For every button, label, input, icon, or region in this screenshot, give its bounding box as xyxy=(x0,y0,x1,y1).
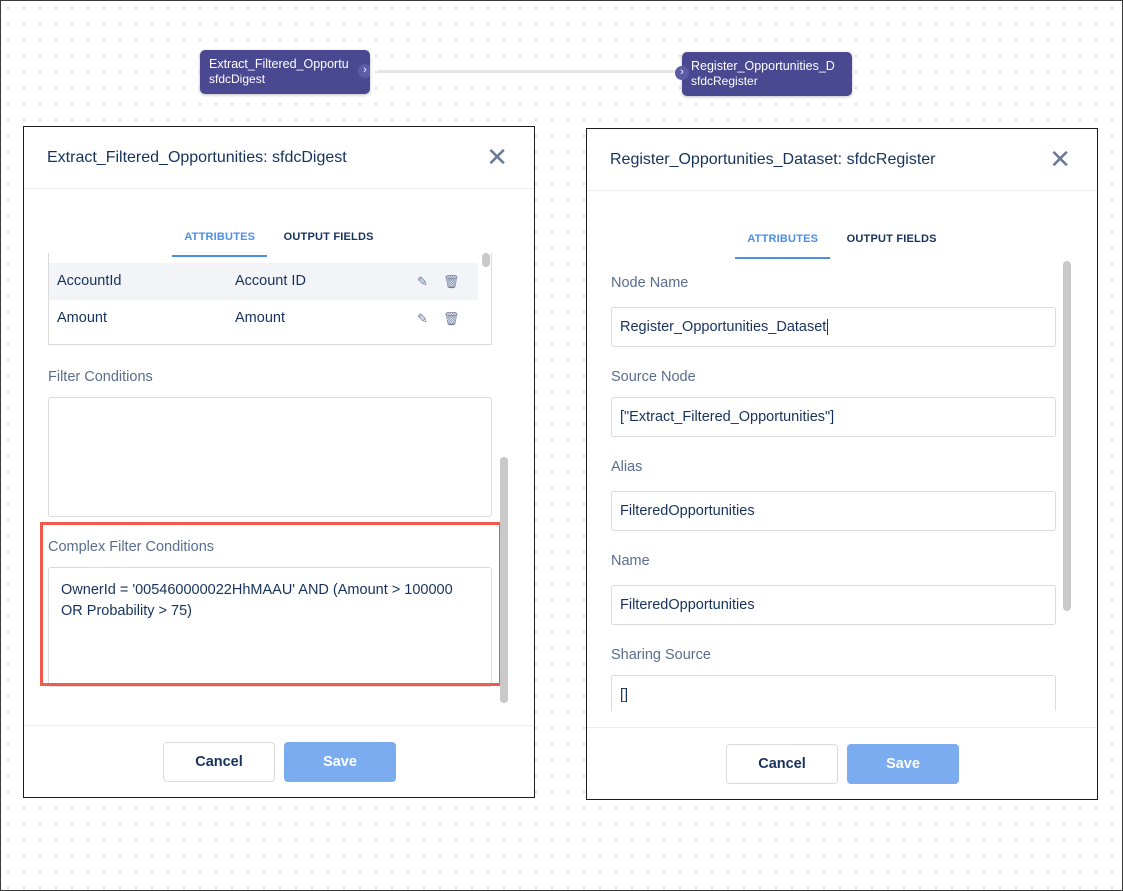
name-label: Name xyxy=(611,553,650,569)
dialog-footer: Cancel Save xyxy=(24,725,534,797)
trash-icon[interactable]: 🗑 xyxy=(443,263,460,300)
field-name: AccountId xyxy=(57,273,122,289)
node-name-value: Register_Opportunities_Dataset xyxy=(620,319,827,335)
flow-connector xyxy=(378,70,680,73)
field-label: Amount xyxy=(235,310,285,326)
save-button[interactable]: Save xyxy=(847,744,959,784)
source-node-input[interactable]: ["Extract_Filtered_Opportunities"] xyxy=(611,397,1056,437)
chevron-right-icon[interactable]: › xyxy=(675,66,689,80)
node-type: sfdcDigest xyxy=(209,72,266,86)
table-scrollbar[interactable] xyxy=(482,253,490,267)
dialog-header: Register_Opportunities_Dataset: sfdcRegi… xyxy=(587,129,1097,191)
dialog-scrollbar[interactable] xyxy=(500,457,508,703)
close-icon[interactable]: ✕ xyxy=(486,144,508,170)
register-node-dialog: Register_Opportunities_Dataset: sfdcRegi… xyxy=(586,128,1098,800)
fields-table: AccountId Account ID ✎ 🗑 Amount Amount ✎… xyxy=(48,253,492,345)
close-icon[interactable]: ✕ xyxy=(1049,146,1071,172)
sharing-source-clip: [] xyxy=(611,675,1056,711)
node-name-label: Node Name xyxy=(611,275,689,291)
cancel-button[interactable]: Cancel xyxy=(163,742,275,782)
dialog-title: Extract_Filtered_Opportunities: sfdcDige… xyxy=(47,149,347,166)
node-name-input[interactable]: Register_Opportunities_Dataset xyxy=(611,307,1056,347)
trash-icon[interactable]: 🗑 xyxy=(443,300,460,337)
save-button[interactable]: Save xyxy=(284,742,396,782)
field-name: Amount xyxy=(57,310,107,326)
tab-attributes[interactable]: ATTRIBUTES xyxy=(735,229,831,259)
source-node-label: Source Node xyxy=(611,369,696,385)
dialog-tabs: ATTRIBUTES OUTPUT FIELDS xyxy=(587,229,1097,259)
sharing-source-input[interactable]: [] xyxy=(611,675,1056,711)
name-input[interactable]: FilteredOpportunities xyxy=(611,585,1056,625)
dialog-footer: Cancel Save xyxy=(587,727,1097,799)
tab-output-fields[interactable]: OUTPUT FIELDS xyxy=(835,229,949,259)
field-label: Account ID xyxy=(235,273,306,289)
filter-conditions-input[interactable] xyxy=(48,397,492,517)
dialog-title: Register_Opportunities_Dataset: sfdcRegi… xyxy=(610,151,936,168)
sharing-source-label: Sharing Source xyxy=(611,647,711,663)
highlight-box xyxy=(40,522,502,686)
table-row[interactable]: AccountId Account ID ✎ 🗑 xyxy=(49,263,478,300)
dialog-header: Extract_Filtered_Opportunities: sfdcDige… xyxy=(24,127,534,189)
flow-node-extract[interactable]: Extract_Filtered_Opportu sfdcDigest › xyxy=(200,50,370,94)
table-row[interactable]: Amount Amount ✎ 🗑 xyxy=(49,300,478,337)
dialog-scrollbar[interactable] xyxy=(1063,261,1071,611)
pencil-icon[interactable]: ✎ xyxy=(417,300,428,337)
flow-node-register[interactable]: Register_Opportunities_D sfdcRegister xyxy=(682,52,852,96)
filter-conditions-label: Filter Conditions xyxy=(48,369,153,385)
extract-node-dialog: Extract_Filtered_Opportunities: sfdcDige… xyxy=(23,126,535,798)
alias-label: Alias xyxy=(611,459,643,475)
alias-input[interactable]: FilteredOpportunities xyxy=(611,491,1056,531)
node-type: sfdcRegister xyxy=(691,74,758,88)
cancel-button[interactable]: Cancel xyxy=(726,744,838,784)
node-title: Extract_Filtered_Opportu xyxy=(209,57,349,71)
chevron-right-icon[interactable]: › xyxy=(358,64,370,78)
node-title: Register_Opportunities_D xyxy=(691,59,835,73)
pencil-icon[interactable]: ✎ xyxy=(417,263,428,300)
